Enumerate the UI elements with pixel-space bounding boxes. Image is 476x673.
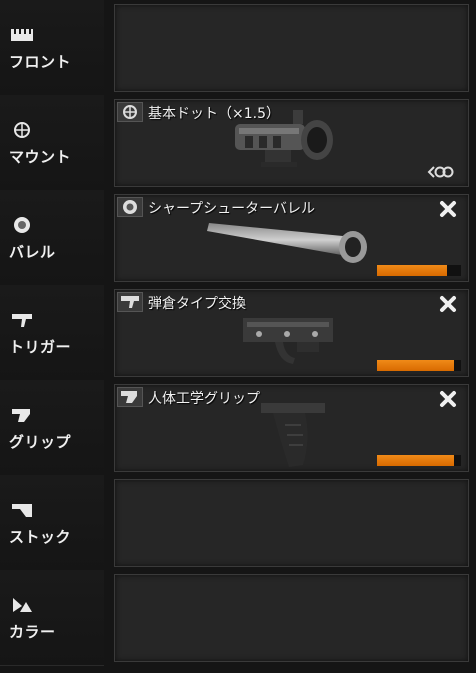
slot-trigger-name: 弾倉タイプ交換 [148, 296, 246, 312]
category-label-barrel: バレル [9, 243, 56, 261]
remove-trigger-button[interactable] [438, 294, 458, 314]
slot-front-empty[interactable] [114, 4, 469, 92]
trigger-assembly-image [243, 318, 333, 364]
barrel-durability-fill [377, 265, 447, 276]
slot-grip-icon [117, 387, 143, 407]
category-label-stock: ストック [9, 528, 72, 546]
remove-barrel-button[interactable] [438, 199, 458, 219]
slot-grip-name: 人体工学グリップ [148, 391, 260, 407]
row-stock: ストック [0, 475, 476, 571]
ergonomic-grip-image [261, 403, 325, 467]
category-label-mount: マウント [9, 148, 72, 166]
barrel-icon [123, 200, 137, 214]
slot-stock-empty[interactable] [114, 479, 469, 567]
color-icon [13, 598, 32, 612]
grip-icon [12, 409, 30, 422]
category-trigger[interactable]: トリガー [0, 285, 104, 381]
category-stock[interactable]: ストック [0, 475, 104, 571]
slot-mount-name: 基本ドット（×1.5） [148, 106, 280, 122]
barrel-durability-bar [377, 265, 461, 276]
grip-durability-bar [377, 455, 461, 466]
slot-color-empty[interactable] [114, 574, 469, 662]
weapon-customize-panel: フロント マウント 基本ドット（×1.5） バレル シャープシューターバレル ト… [0, 0, 476, 673]
slot-trigger[interactable]: 弾倉タイプ交換 [114, 289, 469, 377]
category-barrel[interactable]: バレル [0, 190, 104, 286]
category-label-grip: グリップ [9, 433, 72, 451]
slot-barrel-name: シャープシューターバレル [148, 201, 316, 217]
slot-mount-icon [117, 102, 143, 122]
crosshair-icon [123, 105, 137, 119]
trigger-icon [12, 314, 32, 327]
category-mount[interactable]: マウント [0, 95, 104, 191]
slot-barrel[interactable]: シャープシューターバレル [114, 194, 469, 282]
category-color[interactable]: カラー [0, 570, 104, 666]
stock-icon [12, 504, 32, 517]
category-front[interactable]: フロント [0, 0, 104, 96]
category-grip[interactable]: グリップ [0, 380, 104, 476]
row-color: カラー [0, 570, 476, 666]
grip-durability-fill [377, 455, 455, 466]
category-label-front: フロント [9, 53, 72, 71]
crosshair-icon [14, 122, 30, 138]
grip-icon [121, 391, 137, 403]
category-label-color: カラー [9, 623, 56, 641]
front-rail-icon [11, 29, 33, 41]
row-front: フロント [0, 0, 476, 96]
row-trigger: トリガー 弾倉タイプ交換 [0, 285, 476, 381]
row-grip: グリップ 人体工学グリップ [0, 380, 476, 476]
remove-grip-button[interactable] [438, 389, 458, 409]
slot-trigger-icon [117, 292, 143, 312]
trigger-durability-fill [377, 360, 455, 371]
barrel-image [207, 223, 367, 263]
attached-link-icon [427, 166, 454, 178]
barrel-icon [14, 217, 30, 233]
category-label-trigger: トリガー [9, 338, 72, 356]
trigger-icon [121, 296, 139, 308]
slot-mount[interactable]: 基本ドット（×1.5） [114, 99, 469, 187]
slot-barrel-icon [117, 197, 143, 217]
trigger-durability-bar [377, 360, 461, 371]
row-mount: マウント 基本ドット（×1.5） [0, 95, 476, 191]
row-barrel: バレル シャープシューターバレル [0, 190, 476, 286]
slot-grip[interactable]: 人体工学グリップ [114, 384, 469, 472]
